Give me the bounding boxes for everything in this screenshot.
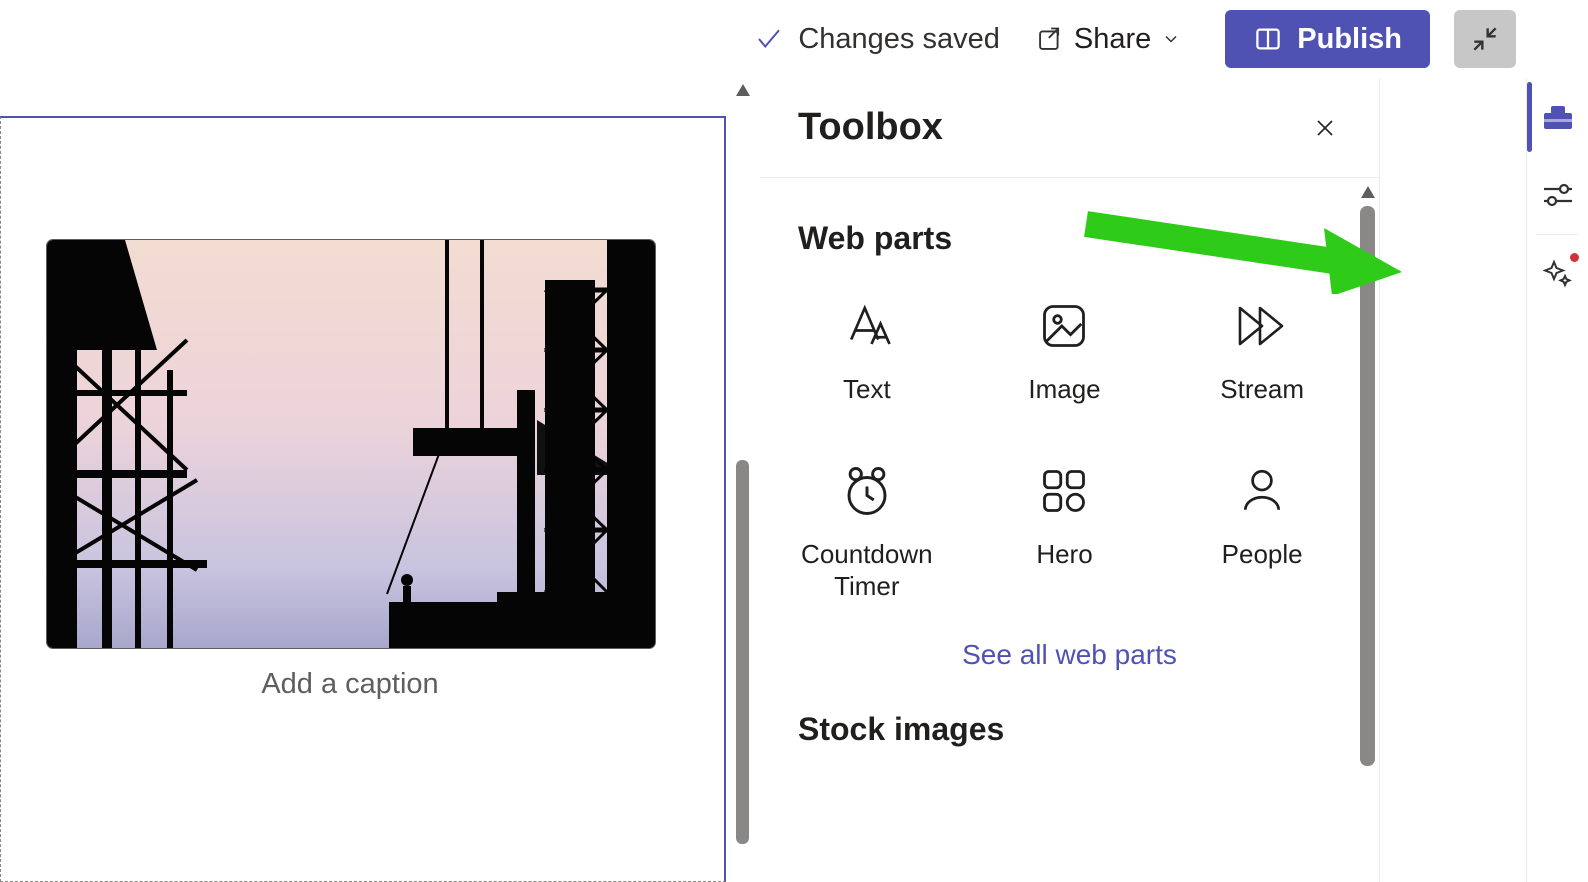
- person-icon: [1233, 462, 1291, 520]
- web-parts-grid: Text Image: [760, 283, 1379, 617]
- sparkle-icon: [1543, 259, 1573, 289]
- stock-images-heading: Stock images: [760, 705, 1379, 774]
- canvas-scrollbar[interactable]: [733, 78, 753, 882]
- command-bar: Changes saved Share Publish: [754, 0, 1522, 78]
- scroll-up-icon[interactable]: [1357, 182, 1379, 202]
- collapse-button[interactable]: [1454, 10, 1516, 68]
- content-section[interactable]: Add a caption: [0, 116, 726, 882]
- webpart-hero[interactable]: Hero: [966, 448, 1164, 617]
- checkmark-icon: [754, 24, 784, 54]
- toolbox-icon: [1542, 102, 1574, 132]
- publish-button[interactable]: Publish: [1225, 10, 1430, 68]
- webpart-label: Hero: [1036, 538, 1092, 571]
- construction-image: [47, 240, 655, 648]
- share-icon: [1036, 25, 1064, 53]
- webpart-stream[interactable]: Stream: [1163, 283, 1361, 420]
- rail-ai-button[interactable]: [1527, 235, 1588, 313]
- webpart-text[interactable]: Text: [768, 283, 966, 420]
- chevron-down-icon: [1161, 29, 1181, 49]
- webpart-label: Countdown Timer: [768, 538, 966, 603]
- share-button[interactable]: Share: [1036, 23, 1181, 56]
- text-icon: [838, 297, 896, 355]
- clock-icon: [838, 462, 896, 520]
- notification-dot-icon: [1570, 253, 1579, 262]
- see-all-webparts-link[interactable]: See all web parts: [760, 617, 1379, 705]
- scroll-thumb[interactable]: [736, 460, 749, 844]
- webpart-label: Stream: [1220, 373, 1304, 406]
- webpart-people[interactable]: People: [1163, 448, 1361, 617]
- image-icon: [1035, 297, 1093, 355]
- stream-icon: [1233, 297, 1291, 355]
- panel-title: Toolbox: [798, 106, 943, 149]
- toolbox-panel: Toolbox Web parts: [760, 78, 1380, 882]
- panel-scrollbar[interactable]: [1357, 178, 1379, 872]
- scroll-thumb[interactable]: [1360, 206, 1375, 766]
- rail-settings-button[interactable]: [1527, 156, 1588, 234]
- close-panel-button[interactable]: [1313, 116, 1337, 140]
- image-caption-input[interactable]: Add a caption: [1, 668, 699, 701]
- grid-icon: [1035, 462, 1093, 520]
- side-rail: [1526, 78, 1588, 882]
- webpart-countdown[interactable]: Countdown Timer: [768, 448, 966, 617]
- webpart-label: People: [1222, 538, 1303, 571]
- web-parts-heading: Web parts: [760, 178, 1379, 283]
- sliders-icon: [1542, 181, 1574, 209]
- save-status-label: Changes saved: [798, 23, 1000, 56]
- webpart-label: Text: [843, 373, 891, 406]
- image-webpart[interactable]: [47, 240, 655, 648]
- rail-toolbox-button[interactable]: [1527, 78, 1588, 156]
- collapse-icon: [1469, 23, 1501, 55]
- publish-label: Publish: [1297, 23, 1402, 56]
- save-status: Changes saved: [754, 23, 1000, 56]
- share-label: Share: [1074, 23, 1151, 56]
- webpart-label: Image: [1028, 373, 1100, 406]
- webpart-image[interactable]: Image: [966, 283, 1164, 420]
- scroll-up-icon[interactable]: [733, 78, 753, 102]
- book-icon: [1253, 24, 1283, 54]
